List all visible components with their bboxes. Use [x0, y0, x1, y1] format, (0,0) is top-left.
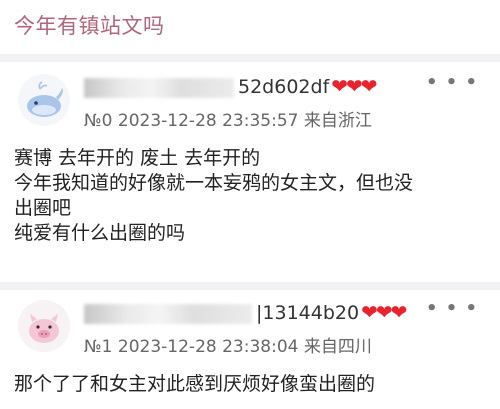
post-body: 赛博 去年开的 废土 去年开的 今年我知道的好像就一本妄鸦的女主文，但也没 出圈…	[14, 146, 486, 246]
whale-avatar-icon	[18, 74, 70, 126]
post-meta: №1 2023-12-28 23:38:04 来自四川	[84, 337, 372, 357]
pig-avatar-icon	[18, 300, 70, 352]
post-line: 那个了了和女主对此感到厌烦好像蛮出圈的	[14, 373, 376, 395]
avatar[interactable]	[18, 74, 70, 126]
post-body: 那个了了和女主对此感到厌烦好像蛮出圈的	[14, 372, 486, 397]
post-line: 赛博 去年开的 废土 去年开的	[14, 147, 261, 169]
username-blurred	[84, 78, 234, 98]
username-blurred	[84, 304, 252, 324]
more-dots-icon[interactable]: • • •	[426, 298, 478, 319]
heart-icon: ❤❤❤	[361, 300, 407, 324]
post-item: 52d602df ❤❤❤ №0 2023-12-28 23:35:57 来自浙江 …	[0, 62, 500, 284]
more-dots-icon[interactable]: • • •	[426, 72, 478, 93]
heart-icon: ❤❤❤	[331, 74, 377, 98]
divider	[0, 282, 500, 290]
post-uid[interactable]: 52d602df ❤❤❤	[238, 74, 378, 98]
post-uid[interactable]: |13144b20 ❤❤❤	[256, 300, 407, 324]
page-title: 今年有镇站文吗	[14, 14, 165, 38]
post-line: 纯爱有什么出圈的吗	[14, 222, 186, 244]
uid-text: |13144b20	[256, 302, 360, 324]
post-line: 今年我知道的好像就一本妄鸦的女主文，但也没	[14, 172, 414, 194]
uid-text: 52d602df	[238, 76, 330, 98]
post-item: |13144b20 ❤❤❤ №1 2023-12-28 23:38:04 来自四川…	[0, 290, 500, 409]
post-line: 出圈吧	[14, 197, 72, 219]
divider	[0, 54, 500, 62]
avatar[interactable]	[18, 300, 70, 352]
post-meta: №0 2023-12-28 23:35:57 来自浙江	[84, 111, 372, 131]
